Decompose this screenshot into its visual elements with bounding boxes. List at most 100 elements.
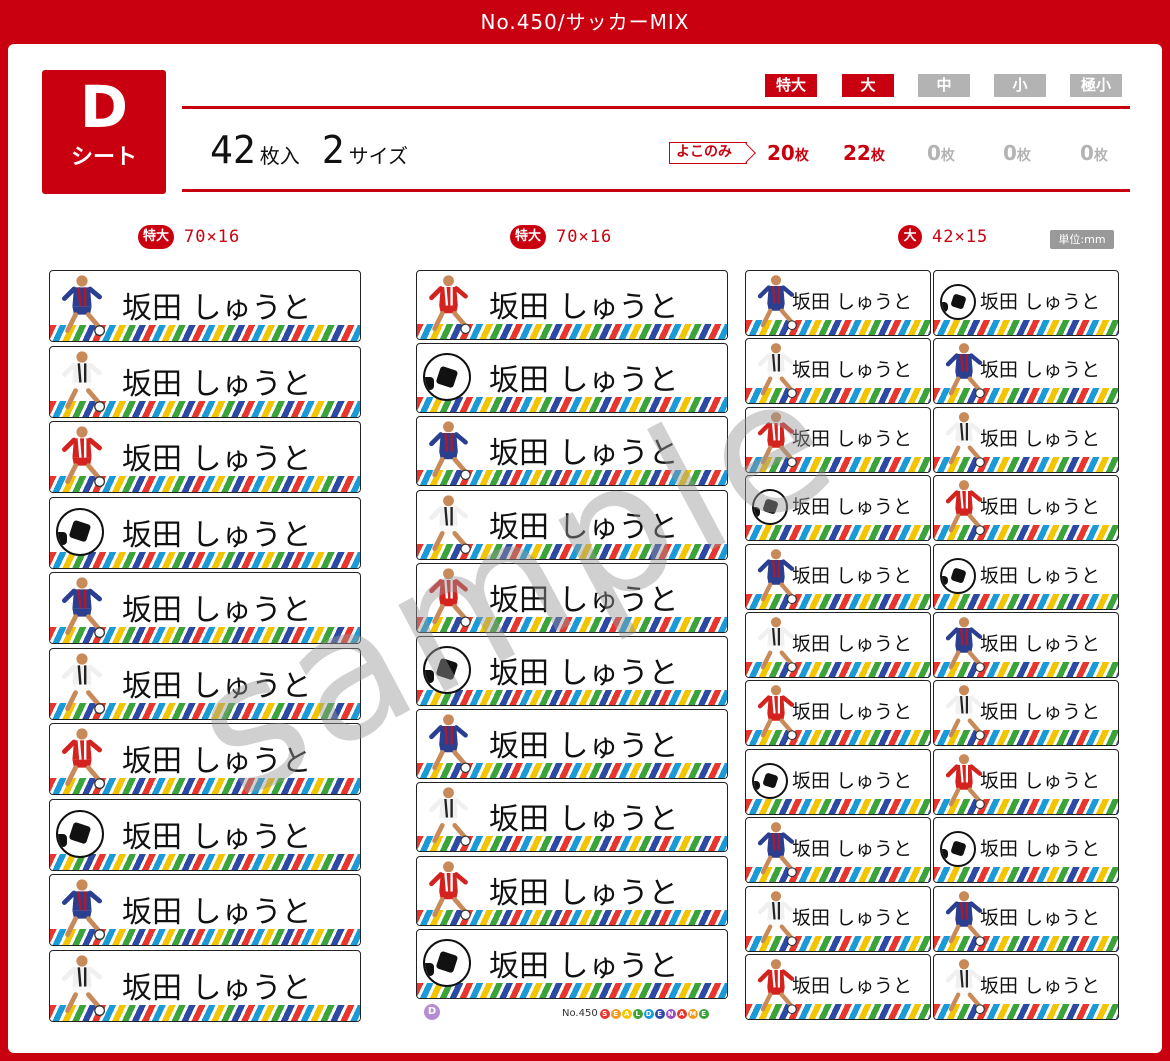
name-label: 坂田 しゅうと bbox=[745, 338, 931, 405]
name-label: 坂田 しゅうと bbox=[49, 723, 361, 795]
footer-brand: No.450 SEALDENAME bbox=[562, 1008, 709, 1019]
count-unit: 枚 bbox=[870, 148, 885, 164]
soccer-ball-icon bbox=[752, 489, 788, 526]
stripe-band bbox=[934, 320, 1118, 335]
sheet-frame: No.450/サッカーMIX D シート 42 枚入 2 サイズ 特大大中小極小 よこ… bbox=[0, 0, 1170, 1061]
brand-letter: S bbox=[599, 1008, 610, 1019]
stripe-band bbox=[50, 551, 360, 568]
label-name-text: 坂田 しゅうと bbox=[489, 582, 679, 618]
name-label: 坂田 しゅうと bbox=[416, 782, 728, 853]
label-name-text: 坂田 しゅうと bbox=[980, 496, 1101, 519]
brand-letter: A bbox=[621, 1008, 632, 1019]
name-label: 坂田 しゅうと bbox=[49, 949, 361, 1022]
unit-note: 単位:mm bbox=[1050, 230, 1114, 249]
soccer-ball-icon bbox=[56, 809, 104, 858]
count-number: 0 bbox=[927, 141, 941, 165]
name-label: 坂田 しゅうと bbox=[745, 954, 931, 1020]
soccer-player-icon bbox=[58, 424, 106, 492]
stripe-band bbox=[417, 690, 727, 705]
column-dimensions: 42×15 bbox=[932, 227, 989, 247]
sheet-label: シート bbox=[70, 145, 137, 170]
sheet-badge: D シート bbox=[42, 70, 166, 194]
column-header: 特大 70×16 bbox=[138, 224, 240, 250]
soccer-ball-icon bbox=[940, 831, 976, 868]
name-label: 坂田 しゅうと bbox=[416, 416, 728, 487]
page-title: No.450/サッカーMIX bbox=[480, 10, 690, 34]
label-name-text: 坂田 しゅうと bbox=[792, 769, 913, 792]
label-name-text: 坂田 しゅうと bbox=[122, 442, 312, 477]
soccer-player-icon bbox=[58, 651, 106, 719]
brand-letter: A bbox=[676, 1008, 687, 1019]
size-count-unit: サイズ bbox=[348, 144, 409, 168]
label-name-text: 坂田 しゅうと bbox=[122, 668, 312, 704]
count-unit: 枚 bbox=[940, 148, 955, 164]
soccer-ball-icon bbox=[940, 557, 976, 594]
label-name-text: 坂田 しゅうと bbox=[792, 906, 913, 929]
count-unit: 枚 bbox=[794, 148, 809, 164]
brand-letter: N bbox=[665, 1008, 676, 1019]
size-count-value: 0枚 bbox=[1080, 141, 1108, 165]
count-number: 22 bbox=[843, 141, 871, 165]
column-dimensions: 70×16 bbox=[556, 227, 613, 247]
soccer-player-icon bbox=[425, 493, 472, 559]
label-name-text: 坂田 しゅうと bbox=[489, 875, 679, 911]
name-label: 坂田 しゅうと bbox=[745, 885, 931, 952]
name-label: 坂田 しゅうと bbox=[745, 680, 931, 747]
name-label: 坂田 しゅうと bbox=[745, 612, 931, 678]
name-label: 坂田 しゅうと bbox=[933, 748, 1119, 815]
count-number: 0 bbox=[1003, 141, 1017, 165]
footer-product-no: No.450 bbox=[562, 1008, 598, 1019]
label-name-text: 坂田 しゅうと bbox=[980, 427, 1101, 450]
stripe-band bbox=[934, 593, 1118, 609]
name-label: 坂田 しゅうと bbox=[933, 543, 1119, 610]
name-label: 坂田 しゅうと bbox=[49, 798, 361, 871]
name-label: 坂田 しゅうと bbox=[49, 496, 361, 569]
size-pill: 特大 bbox=[510, 225, 547, 249]
name-label: 坂田 しゅうと bbox=[416, 562, 728, 633]
label-name-text: 坂田 しゅうと bbox=[980, 359, 1101, 382]
count-unit: 枚 bbox=[1016, 148, 1031, 164]
stripe-band bbox=[50, 853, 360, 870]
soccer-player-icon bbox=[425, 785, 472, 851]
name-label: 坂田 しゅうと bbox=[933, 338, 1119, 405]
label-name-text: 坂田 しゅうと bbox=[792, 701, 913, 724]
label-name-text: 坂田 しゅうと bbox=[792, 838, 913, 861]
column-dimensions: 70×16 bbox=[184, 227, 241, 247]
size-count-value: 0枚 bbox=[927, 141, 955, 165]
count-number: 0 bbox=[1080, 141, 1094, 165]
label-name-text: 坂田 しゅうと bbox=[489, 802, 679, 838]
soccer-player-icon bbox=[425, 859, 472, 925]
label-name-text: 坂田 しゅうと bbox=[489, 363, 679, 399]
size-count-value: 22枚 bbox=[843, 141, 885, 165]
label-name-text: 坂田 しゅうと bbox=[792, 427, 913, 450]
label-name-text: 坂田 しゅうと bbox=[980, 769, 1101, 792]
soccer-player-icon bbox=[58, 273, 106, 341]
label-name-text: 坂田 しゅうと bbox=[980, 701, 1101, 724]
brand-letter: E bbox=[654, 1008, 665, 1019]
soccer-player-icon bbox=[58, 349, 106, 417]
size-pill: 大 bbox=[898, 225, 922, 249]
sheet-letter: D bbox=[79, 73, 129, 141]
label-name-text: 坂田 しゅうと bbox=[489, 436, 679, 472]
name-label: 坂田 しゅうと bbox=[933, 475, 1119, 542]
label-name-text: 坂田 しゅうと bbox=[122, 895, 312, 930]
name-label: 坂田 しゅうと bbox=[933, 612, 1119, 678]
column-header: 大 42×15 bbox=[898, 224, 988, 250]
label-name-text: 坂田 しゅうと bbox=[792, 633, 913, 655]
size-tag: 極小 bbox=[1070, 74, 1122, 97]
name-label: 坂田 しゅうと bbox=[745, 817, 931, 884]
name-label: 坂田 しゅうと bbox=[933, 680, 1119, 747]
name-label: 坂田 しゅうと bbox=[416, 855, 728, 926]
label-name-text: 坂田 しゅうと bbox=[980, 975, 1101, 997]
soccer-player-icon bbox=[425, 419, 472, 485]
name-label: 坂田 しゅうと bbox=[49, 647, 361, 720]
soccer-ball-icon bbox=[423, 938, 471, 987]
brand-logo: SEALDENAME bbox=[599, 1008, 709, 1019]
stripe-band bbox=[417, 397, 727, 413]
footer-sheet-letter: D bbox=[424, 1004, 440, 1020]
brand-letter: E bbox=[610, 1008, 621, 1019]
size-tag: 大 bbox=[842, 74, 894, 97]
label-name-text: 坂田 しゅうと bbox=[792, 291, 913, 313]
name-label: 坂田 しゅうと bbox=[745, 475, 931, 542]
name-label: 坂田 しゅうと bbox=[416, 270, 728, 340]
